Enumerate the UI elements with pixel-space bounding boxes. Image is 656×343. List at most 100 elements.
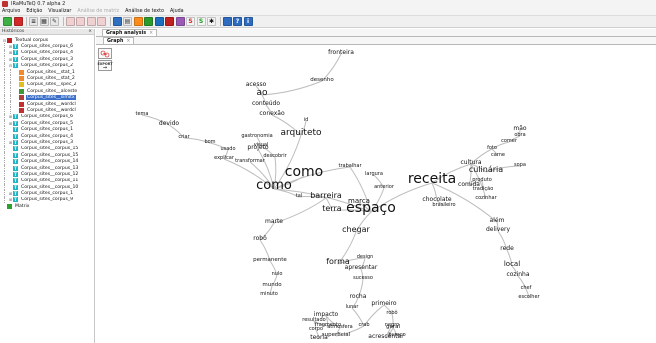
graph-node-label[interactable]: conexão	[259, 110, 285, 117]
close-tab-icon[interactable]: ×	[149, 31, 153, 36]
settings-icon[interactable]	[222, 17, 232, 26]
matrix-tool-4-icon[interactable]	[97, 17, 106, 26]
graph-node-label[interactable]: bom	[204, 139, 215, 145]
graph-node-label[interactable]: design	[357, 254, 374, 260]
graph-node-label[interactable]: tradição	[473, 186, 494, 192]
graph-node-label[interactable]: buraco	[388, 332, 405, 338]
new-icon[interactable]: ≡	[29, 17, 38, 26]
info-icon[interactable]: i	[243, 17, 253, 26]
similarity-graph[interactable]: fronteira desenho acesso ao conteúdo conexão i…	[114, 46, 656, 343]
graph-node-label[interactable]: brasileiro	[432, 202, 455, 208]
matrix-tool-1-icon[interactable]	[65, 17, 75, 26]
graph-node-label[interactable]: criar	[178, 134, 190, 140]
graph-node-label[interactable]: lunar	[346, 304, 360, 310]
edit-icon[interactable]: ✎	[50, 17, 59, 26]
menu-item-2[interactable]: Visualizar	[48, 9, 71, 14]
graph-node-label[interactable]: sopa	[514, 162, 526, 168]
matrix-tool-3-icon[interactable]	[86, 17, 96, 26]
export-button[interactable]: EXPORT →	[97, 60, 113, 71]
s-red-icon[interactable]: S	[186, 17, 195, 26]
graph-node-label[interactable]: como	[256, 178, 292, 193]
cloud-icon[interactable]	[165, 17, 174, 26]
graph-node-label[interactable]: receita	[408, 171, 456, 187]
tab-graph-analysis[interactable]: Graph analysis ×	[102, 29, 158, 36]
graph-node-label[interactable]: sucesso	[353, 275, 373, 281]
graph-node-label[interactable]: usado	[220, 146, 235, 152]
stats-icon[interactable]	[112, 17, 122, 26]
panel-close-icon[interactable]: ×	[88, 29, 92, 34]
graph-node-label[interactable]: minuto	[260, 291, 278, 297]
graph-node-label[interactable]: id	[304, 117, 309, 123]
graph-node-label[interactable]: marte	[265, 218, 283, 225]
star-icon[interactable]: ✱	[207, 17, 216, 26]
graph-node-label[interactable]: comer	[501, 138, 518, 144]
graph-node-label[interactable]: espaço	[346, 200, 396, 216]
graph-node-label[interactable]: negro	[385, 322, 399, 328]
menu-item-5[interactable]: Ajuda	[170, 9, 184, 14]
graph-node-label[interactable]: carne	[491, 152, 505, 158]
graph-node-label[interactable]: apresentar	[345, 264, 378, 271]
graph-node-label[interactable]: cozinhar	[475, 195, 497, 201]
menu-item-1[interactable]: Edição	[26, 9, 42, 14]
graph-node-label[interactable]: nulo	[272, 271, 283, 277]
matrix-tool-2-icon[interactable]	[76, 17, 85, 26]
graph-node-label[interactable]: cozinha	[506, 271, 529, 278]
graph-node-label[interactable]: largura	[365, 171, 383, 177]
graph-node-label[interactable]: corpo	[309, 326, 323, 332]
graph-node-label[interactable]: culinária	[469, 165, 503, 174]
graph-node-label[interactable]: barreira	[310, 191, 342, 200]
graph-node-label[interactable]: transformar	[235, 158, 266, 164]
graph-node-label[interactable]: visual	[254, 142, 269, 148]
open-corpus-icon[interactable]	[3, 17, 12, 26]
graph-canvas[interactable]: fronteira desenho acessoao conteúdo conexão i…	[114, 46, 656, 343]
graph-node-label[interactable]: produto	[472, 177, 492, 183]
chart-icon[interactable]: ▦	[39, 17, 49, 26]
graph-node-label[interactable]: robô	[386, 309, 397, 316]
graph-node-label[interactable]: delivery	[486, 226, 511, 233]
help-icon[interactable]: ?	[233, 17, 242, 26]
graph-node-label[interactable]: devido	[159, 120, 180, 127]
menu-item-0[interactable]: Arquivo	[2, 9, 20, 14]
tree-item[interactable]: Matrix	[0, 203, 94, 209]
graph-node-label[interactable]: foto	[487, 145, 497, 151]
close-subtab-icon[interactable]: ×	[126, 39, 130, 44]
graph-node-label[interactable]: anterior	[374, 184, 395, 190]
graph-node-label[interactable]: mundo	[262, 282, 282, 288]
graph-node-label[interactable]: resultado	[302, 317, 325, 323]
graph-node-label[interactable]: gastronomia	[241, 133, 272, 139]
graph-node-label[interactable]: acesso	[246, 81, 267, 88]
spec-icon[interactable]: ▤	[123, 17, 132, 26]
graph-node-label[interactable]: rede	[500, 245, 514, 252]
graph-node-label[interactable]: chegar	[342, 225, 370, 234]
similarity-icon[interactable]	[154, 17, 164, 26]
graph-node-label[interactable]: chef	[521, 285, 532, 291]
graph-node-label[interactable]: arquiteto	[280, 128, 322, 138]
s-green-icon[interactable]: S	[196, 17, 206, 26]
graph-node-label[interactable]: desenho	[310, 77, 334, 83]
menu-item-4[interactable]: Análise de texto	[125, 9, 164, 14]
graph-preview-button[interactable]	[98, 48, 112, 59]
menu-item-3[interactable]: Análise de matriz	[77, 9, 119, 14]
open-matrix-icon[interactable]	[13, 17, 23, 26]
graph-node-label[interactable]: tal	[296, 193, 302, 199]
graph-node-label[interactable]: robô	[253, 235, 267, 242]
graph-node-label[interactable]: além	[490, 217, 505, 224]
graph-node-label[interactable]: primeiro	[371, 300, 396, 307]
graph-node-label[interactable]: tema	[136, 111, 149, 117]
graph-node-label[interactable]: conteúdo	[252, 100, 280, 107]
graph-node-label[interactable]: mão	[513, 125, 527, 132]
graph-node-label[interactable]: escolher	[518, 294, 540, 300]
graph-node-label[interactable]: rocha	[350, 293, 367, 300]
prototypical-icon[interactable]	[175, 17, 185, 26]
graph-node-label[interactable]: descobrir	[263, 153, 287, 159]
graph-node-label[interactable]: permanente	[253, 257, 287, 263]
graph-node-label[interactable]: explicar	[214, 155, 235, 161]
graph-node-label[interactable]: local	[504, 260, 520, 268]
afc-icon[interactable]	[144, 17, 153, 26]
graph-node-label[interactable]: fronteira	[328, 49, 354, 56]
chd-icon[interactable]	[133, 17, 143, 26]
graph-node-label[interactable]: trabalhar	[339, 163, 363, 169]
tab-graph[interactable]: Graph ×	[103, 37, 135, 44]
graph-node-label[interactable]: teoria	[310, 334, 328, 341]
graph-node-label[interactable]: ao	[256, 88, 268, 98]
